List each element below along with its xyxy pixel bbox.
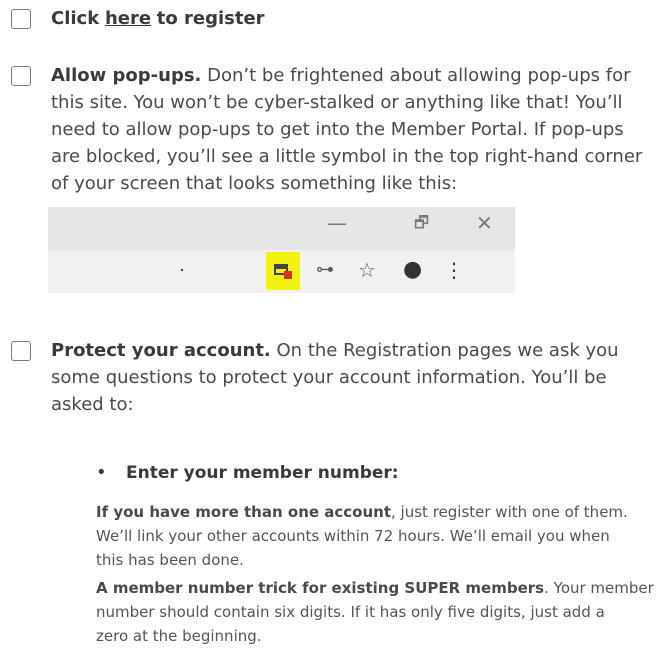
- register-link[interactable]: here: [105, 8, 151, 29]
- trick-line-3: zero at the beginning.: [96, 627, 262, 645]
- multiple-accounts-line-2: We’ll link your other accounts within 72…: [96, 527, 610, 545]
- multiple-accounts-line-3: this has been done.: [96, 551, 244, 569]
- restore-icon: 🗗: [414, 213, 430, 232]
- address-dot: [181, 269, 183, 271]
- browser-titlebar: — 🗗 ✕: [48, 207, 515, 250]
- protect-line-1: On the Registration pages we ask you: [276, 340, 619, 361]
- protect-account-item: Protect your account. On the Registratio…: [51, 337, 619, 418]
- protect-line-3: asked to:: [51, 394, 134, 415]
- account-icon: ●: [403, 257, 423, 282]
- popups-checkbox[interactable]: [11, 66, 31, 86]
- trick-rest: . Your member: [544, 579, 654, 597]
- browser-address-bar: ⊶ ☆ ● ⋮: [48, 250, 515, 293]
- popups-line-3: need to allow pop-ups to get into the Me…: [51, 119, 624, 140]
- member-number-trick-paragraph: A member number trick for existing SUPER…: [96, 576, 666, 648]
- popups-item: Allow pop-ups. Don’t be frightened about…: [51, 62, 642, 197]
- trick-line-2: number should contain six digits. If it …: [96, 603, 605, 621]
- popups-line-1: Don’t be frightened about allowing pop-u…: [207, 65, 631, 86]
- trick-bold: A member number trick for existing SUPER…: [96, 579, 545, 597]
- click-text: Click: [51, 8, 100, 29]
- register-item: Click here to register: [51, 5, 265, 32]
- close-icon: ✕: [476, 211, 493, 235]
- multiple-accounts-bold: If you have more than one account: [96, 503, 392, 521]
- register-checkbox[interactable]: [11, 9, 31, 29]
- protect-heading: Protect your account.: [51, 340, 271, 361]
- popups-line-5: of your screen that looks something like…: [51, 173, 458, 194]
- protect-account-checkbox[interactable]: [11, 341, 31, 361]
- browser-toolbar-illustration: — 🗗 ✕ ⊶ ☆ ● ⋮: [48, 207, 515, 293]
- menu-icon: ⋮: [444, 258, 464, 282]
- multiple-accounts-rest: , just register with one of them.: [391, 503, 628, 521]
- minimize-icon: —: [327, 211, 347, 235]
- popups-heading: Allow pop-ups.: [51, 65, 202, 86]
- member-number-heading: Enter your member number:: [126, 463, 399, 483]
- protect-line-2: some questions to protect your account i…: [51, 367, 607, 388]
- star-icon: ☆: [358, 258, 376, 282]
- key-icon: ⊶: [316, 259, 334, 280]
- popups-line-4: are blocked, you’ll see a little symbol …: [51, 146, 643, 167]
- bullet-marker: •: [96, 462, 107, 483]
- popup-blocked-badge: [284, 271, 292, 279]
- register-text: to register: [156, 8, 265, 29]
- multiple-accounts-paragraph: If you have more than one account, just …: [96, 500, 666, 572]
- popups-line-2: this site. You won’t be cyber-stalked or…: [51, 92, 623, 113]
